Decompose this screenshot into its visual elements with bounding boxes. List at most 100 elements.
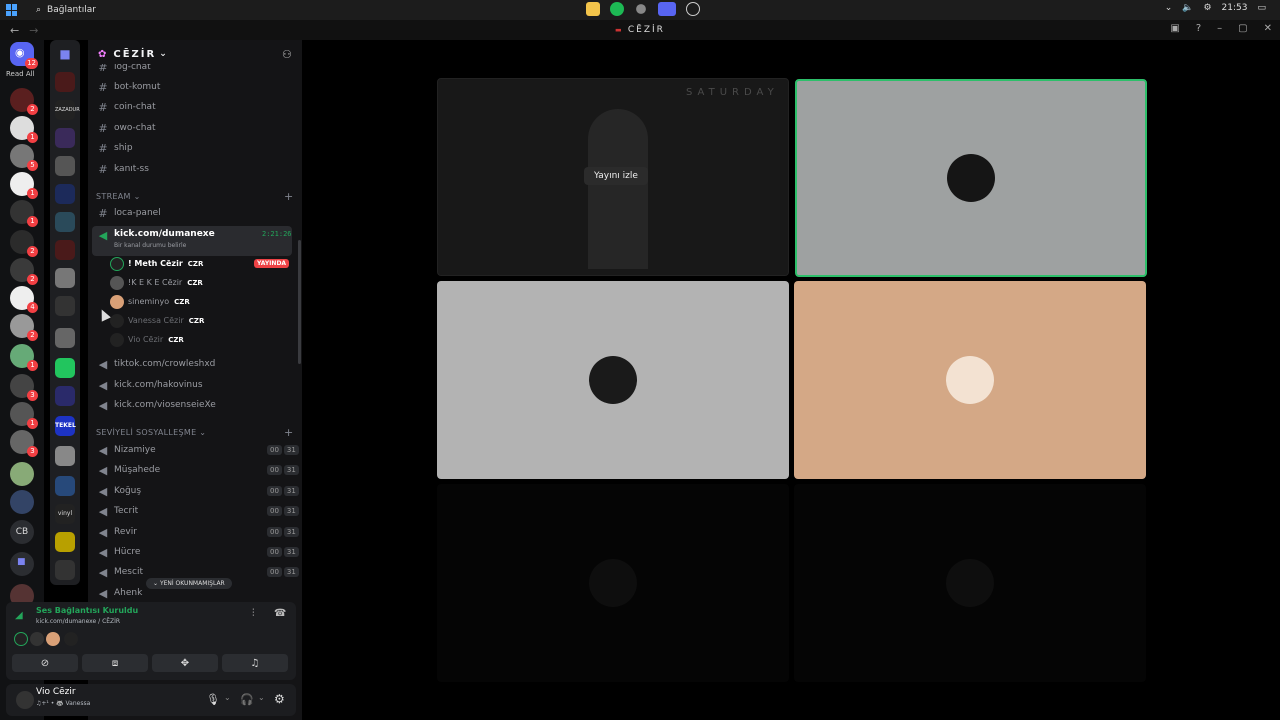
help-icon[interactable]: ? [1196, 23, 1201, 34]
voice-status[interactable]: Ses Bağlantısı Kuruldu [36, 606, 138, 615]
server-icon[interactable]: 1 [10, 402, 38, 429]
voice-user[interactable]: Vanessa Cēzir CZR [110, 312, 204, 329]
taskbar-search[interactable]: ⌕ Bağlantılar [36, 5, 96, 15]
server-icon[interactable] [55, 560, 75, 580]
voice-user[interactable]: ! Meth Cēzir CZR [110, 255, 203, 272]
server-tekel[interactable]: TEKEL [55, 416, 76, 436]
server-icon[interactable]: 1 [10, 200, 38, 227]
channel-voice[interactable]: ◀ kick.com/viosenseieXe [92, 396, 292, 414]
server-icon[interactable] [55, 386, 75, 406]
server-icon[interactable]: 2 [10, 88, 38, 115]
channel-text[interactable]: # owo-chat [92, 119, 292, 137]
server-vinyl[interactable]: vinyl [55, 504, 75, 524]
channel-voice[interactable]: ◀ Koğuş 00 31 [92, 482, 299, 500]
minimize-button[interactable]: – [1217, 23, 1222, 34]
settings-icon[interactable]: ⚙ [1203, 3, 1211, 13]
channel-status[interactable]: Bir kanal durumu belirle [114, 242, 215, 249]
voice-user[interactable]: sineminyo CZR [110, 293, 190, 310]
channel-voice[interactable]: ◀ kick.com/hakovinus [92, 376, 292, 394]
maximize-button[interactable]: ▢ [1238, 23, 1247, 34]
username[interactable]: Vio Cēzir [36, 687, 76, 697]
server-icon[interactable]: 2 [10, 314, 38, 341]
read-all-button[interactable]: Read All [6, 70, 35, 78]
server-icon[interactable]: 1 [10, 344, 38, 371]
screen-share-button[interactable]: ⧈ [82, 654, 148, 672]
server-zazadur[interactable]: ZAZADUR [55, 100, 80, 120]
server-icon[interactable] [55, 212, 75, 232]
server-icon[interactable] [55, 296, 75, 316]
chevron-down-icon[interactable]: ⌄ [224, 693, 231, 702]
avatar[interactable] [14, 632, 28, 646]
activities-button[interactable]: ✥ [152, 654, 218, 672]
close-button[interactable]: ✕ [1264, 23, 1272, 34]
avatar[interactable] [30, 632, 44, 646]
server-icon[interactable]: 3 [10, 430, 38, 457]
windows-start-icon[interactable] [6, 4, 18, 16]
spotify-icon[interactable] [610, 2, 624, 16]
add-channel-icon[interactable]: + [284, 426, 293, 439]
video-tile[interactable] [794, 484, 1146, 682]
server-icon[interactable] [55, 156, 75, 176]
chevron-up-icon[interactable]: ⌄ [1165, 3, 1173, 13]
app-icon[interactable] [636, 4, 646, 14]
clock-app-icon[interactable] [686, 2, 700, 16]
volume-icon[interactable]: 🔈 [1182, 3, 1193, 13]
server-icon[interactable] [55, 240, 75, 260]
server-icon[interactable]: 2 [10, 258, 38, 285]
channel-voice[interactable]: ◀ Nizamiye 00 31 [92, 441, 299, 459]
inbox-icon[interactable]: ▣ [1170, 23, 1179, 34]
add-member-icon[interactable]: ⚇ [282, 48, 294, 61]
camera-off-button[interactable]: ⊘ [12, 654, 78, 672]
video-tile[interactable] [794, 281, 1146, 479]
channel-voice[interactable]: ◀ Revir 00 31 [92, 523, 299, 541]
channel-text[interactable]: # kanıt-ss [92, 160, 292, 178]
headphones-icon[interactable]: 🎧 [240, 693, 254, 706]
watch-stream-button[interactable]: Yayını izle [584, 167, 648, 185]
channel-voice[interactable]: ◀ tiktok.com/crowleshxd [92, 355, 292, 373]
folder-icon[interactable]: ■ [10, 552, 34, 576]
server-icon[interactable] [10, 462, 34, 486]
gear-icon[interactable]: ⚙ [274, 692, 285, 706]
channel-voice[interactable]: ◀ Tecrit 00 31 [92, 502, 299, 520]
server-cb[interactable]: CB [10, 520, 34, 544]
server-icon[interactable] [10, 490, 34, 514]
server-icon[interactable] [55, 476, 75, 496]
server-icon[interactable] [55, 128, 75, 148]
server-icon[interactable] [55, 72, 75, 92]
voice-user[interactable]: !K E K E Cēzir CZR [110, 274, 203, 291]
category-stream[interactable]: STREAM ⌄ [96, 192, 141, 201]
category-social[interactable]: SEVİYELİ SOSYALLEŞME ⌄ [96, 428, 206, 437]
server-icon[interactable] [55, 532, 75, 552]
server-icon[interactable] [55, 446, 75, 466]
notification-icon[interactable]: ▭ [1257, 3, 1266, 13]
server-icon[interactable]: 1 [10, 116, 38, 143]
channel-text[interactable]: # loca-panel [92, 204, 292, 222]
avatar[interactable] [16, 691, 34, 709]
video-tile[interactable] [437, 484, 789, 682]
server-icon[interactable] [55, 268, 75, 288]
server-icon[interactable]: 1 [10, 172, 38, 199]
voice-user[interactable]: Vio Cēzir CZR [110, 331, 184, 348]
add-channel-icon[interactable]: + [284, 190, 293, 203]
file-explorer-icon[interactable] [586, 2, 600, 16]
folder-icon[interactable]: ■ [55, 44, 75, 64]
channel-voice[interactable]: ◀ Müşahede 00 31 [92, 461, 299, 479]
server-icon[interactable]: 4 [10, 286, 38, 313]
scrollbar[interactable] [298, 240, 301, 364]
video-tile[interactable] [795, 79, 1147, 277]
soundboard-button[interactable]: ♫ [222, 654, 288, 672]
server-icon[interactable] [55, 328, 75, 348]
dm-home-button[interactable]: ◉ 12 [10, 42, 38, 69]
server-icon[interactable]: 3 [10, 374, 38, 401]
channel-voice-active[interactable]: ◀ kick.com/dumanexe Bir kanal durumu bel… [92, 226, 292, 256]
voice-channel-path[interactable]: kick.com/dumanexe / CĒZİR [36, 618, 120, 625]
channel-voice[interactable]: ◀ Hücre 00 31 [92, 543, 299, 561]
discord-taskbar-icon[interactable] [658, 2, 676, 16]
microphone-icon[interactable]: 🎙 [206, 693, 220, 706]
channel-text[interactable]: # coin-chat [92, 98, 292, 116]
channel-text[interactable]: # ship [92, 139, 292, 157]
server-icon[interactable]: 5 [10, 144, 38, 171]
new-unreads-pill[interactable]: ⌄ YENİ OKUNMAMIŞLAR [146, 578, 232, 589]
server-icon[interactable]: 2 [10, 230, 38, 257]
noise-suppression-icon[interactable]: ⫶ [252, 608, 255, 619]
